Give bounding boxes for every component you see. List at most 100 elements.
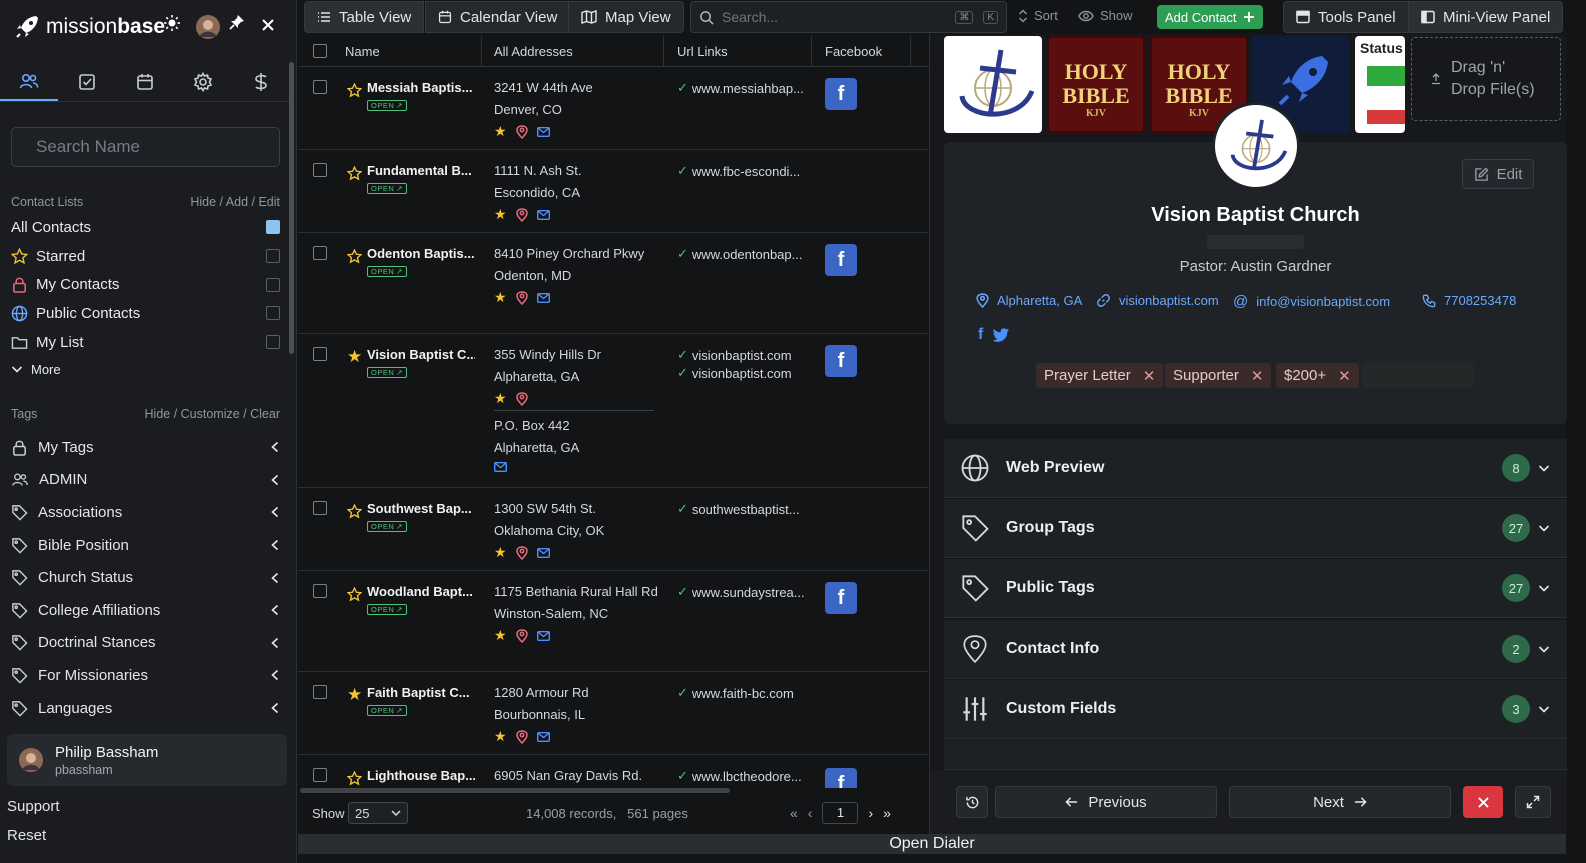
table-row[interactable]: Lighthouse Bap... 6905 Nan Gray Davis Rd… xyxy=(298,756,928,788)
star-filled-icon[interactable]: ★ xyxy=(494,627,507,644)
contact-list-checkbox[interactable] xyxy=(266,249,280,264)
header-name[interactable]: Name xyxy=(345,44,380,59)
column-divider[interactable] xyxy=(910,36,911,67)
more-lists-toggle[interactable]: More xyxy=(11,356,280,382)
map-pin-icon[interactable] xyxy=(515,545,528,560)
url-link[interactable]: ✓ www.odentonbap... xyxy=(677,246,802,262)
tab-calendar[interactable] xyxy=(116,62,174,101)
url-link[interactable]: ✓ southwestbaptist... xyxy=(677,501,800,517)
url-link[interactable]: ✓ visionbaptist.com xyxy=(677,347,792,363)
contact-website[interactable]: visionbaptist.com xyxy=(1096,293,1219,308)
star-filled-icon[interactable]: ★ xyxy=(494,289,507,306)
section-web-preview[interactable]: Web Preview 8 xyxy=(944,439,1567,498)
sort-button[interactable]: Sort xyxy=(1018,8,1058,23)
header-addresses[interactable]: All Addresses xyxy=(494,44,573,59)
row-checkbox[interactable] xyxy=(313,584,327,598)
star-icon[interactable] xyxy=(347,771,362,786)
tag-group-college-affiliations[interactable]: College Affiliations xyxy=(11,594,280,627)
name-search-input[interactable] xyxy=(36,137,257,157)
previous-button[interactable]: Previous xyxy=(995,786,1217,818)
facebook-button[interactable]: f xyxy=(825,768,857,788)
show-button[interactable]: Show xyxy=(1078,8,1133,23)
contact-list-checkbox[interactable] xyxy=(266,306,280,321)
tab-donations[interactable] xyxy=(232,62,290,101)
contact-list-starred[interactable]: Starred xyxy=(11,242,280,271)
url-link[interactable]: ✓ www.messiahbap... xyxy=(677,80,804,96)
contact-name[interactable]: Southwest Bap... xyxy=(367,501,475,516)
map-pin-icon[interactable] xyxy=(515,207,528,222)
mail-icon[interactable] xyxy=(536,126,550,137)
contact-list-my-contacts[interactable]: My Contacts xyxy=(11,270,280,299)
open-link[interactable]: OPEN ↗ xyxy=(367,705,408,716)
tag-group-doctrinal-stances[interactable]: Doctrinal Stances xyxy=(11,627,280,660)
facebook-icon[interactable]: f xyxy=(978,326,983,344)
mail-icon[interactable] xyxy=(536,731,550,742)
mail-icon[interactable] xyxy=(536,209,550,220)
row-checkbox[interactable] xyxy=(313,163,327,177)
prev-page-icon[interactable]: ‹ xyxy=(808,805,813,821)
contact-name[interactable]: Faith Baptist C... xyxy=(367,685,475,700)
contact-list-checkbox[interactable] xyxy=(266,220,280,235)
next-button[interactable]: Next xyxy=(1229,786,1451,818)
url-link[interactable]: ✓ www.faith-bc.com xyxy=(677,685,794,701)
tools-panel-button[interactable]: Tools Panel xyxy=(1283,1,1409,33)
section-contact-info[interactable]: Contact Info 2 xyxy=(944,620,1567,679)
select-all-checkbox[interactable] xyxy=(313,44,327,58)
remove-tag-icon[interactable]: ✕ xyxy=(1338,367,1351,385)
star-filled-icon[interactable]: ★ xyxy=(494,390,507,407)
tags-actions[interactable]: Hide / Customize / Clear xyxy=(145,407,280,421)
star-filled-icon[interactable]: ★ xyxy=(494,123,507,140)
star-icon[interactable] xyxy=(347,166,362,181)
star-filled-icon[interactable]: ★ xyxy=(347,685,362,705)
facebook-button[interactable]: f xyxy=(825,244,857,276)
row-checkbox[interactable] xyxy=(313,685,327,699)
theme-toggle[interactable] xyxy=(163,14,181,32)
table-row[interactable]: Fundamental B... OPEN ↗ 1111 N. Ash St. E… xyxy=(298,151,928,233)
section-public-tags[interactable]: Public Tags 27 xyxy=(944,559,1567,618)
edit-contact-button[interactable]: Edit xyxy=(1462,159,1534,189)
page-size-select[interactable]: 25 xyxy=(348,802,408,824)
contact-name[interactable]: Fundamental B... xyxy=(367,163,475,178)
star-filled-icon[interactable]: ★ xyxy=(494,206,507,223)
table-row[interactable]: Southwest Bap... OPEN ↗ 1300 SW 54th St. … xyxy=(298,489,928,571)
star-icon[interactable] xyxy=(347,83,362,98)
open-link[interactable]: OPEN ↗ xyxy=(367,100,408,111)
table-horizontal-scrollbar[interactable] xyxy=(300,788,730,793)
row-checkbox[interactable] xyxy=(313,768,327,782)
section-custom-fields[interactable]: Custom Fields 3 xyxy=(944,680,1567,739)
file-dropzone[interactable]: Drag 'n' Drop File(s) xyxy=(1411,37,1561,121)
remove-tag-icon[interactable]: ✕ xyxy=(1143,367,1156,385)
tag-chip[interactable]: Supporter ✕ xyxy=(1165,363,1272,388)
tab-tasks[interactable] xyxy=(58,62,116,101)
mail-icon[interactable] xyxy=(536,547,550,558)
map-pin-icon[interactable] xyxy=(515,124,528,139)
table-row[interactable]: Odenton Baptis... OPEN ↗ 8410 Piney Orcha… xyxy=(298,234,928,334)
app-logo[interactable]: missionbase xyxy=(14,14,165,40)
row-checkbox[interactable] xyxy=(313,80,327,94)
header-urls[interactable]: Url Links xyxy=(677,44,728,59)
thumbnail-logo[interactable] xyxy=(944,36,1042,133)
open-link[interactable]: OPEN ↗ xyxy=(367,183,408,194)
star-icon[interactable] xyxy=(347,249,362,264)
twitter-icon[interactable] xyxy=(993,328,1010,342)
open-link[interactable]: OPEN ↗ xyxy=(367,367,408,378)
section-partially-hidden[interactable] xyxy=(944,740,1567,770)
thumbnail-status-chart[interactable]: Status xyxy=(1355,36,1405,133)
mini-view-panel-button[interactable]: Mini-View Panel xyxy=(1408,1,1564,33)
thumbnail-holy-bible[interactable]: HOLY BIBLE KJV xyxy=(1047,36,1145,133)
contact-lists-actions[interactable]: Hide / Add / Edit xyxy=(190,195,280,209)
column-divider[interactable] xyxy=(481,36,482,67)
tag-group-associations[interactable]: Associations xyxy=(11,496,280,529)
pin-button[interactable] xyxy=(229,14,245,30)
tag-chip[interactable]: $200+ ✕ xyxy=(1276,363,1359,388)
column-divider[interactable] xyxy=(663,36,664,67)
contact-list-checkbox[interactable] xyxy=(266,335,280,350)
map-pin-icon[interactable] xyxy=(515,290,528,305)
header-facebook[interactable]: Facebook xyxy=(825,44,882,59)
row-checkbox[interactable] xyxy=(313,501,327,515)
open-link[interactable]: OPEN ↗ xyxy=(367,266,408,277)
column-divider[interactable] xyxy=(811,36,812,67)
table-row[interactable]: Woodland Bapt... OPEN ↗ 1175 Bethania Rur… xyxy=(298,572,928,672)
map-pin-icon[interactable] xyxy=(515,729,528,744)
first-page-icon[interactable]: « xyxy=(790,805,798,821)
